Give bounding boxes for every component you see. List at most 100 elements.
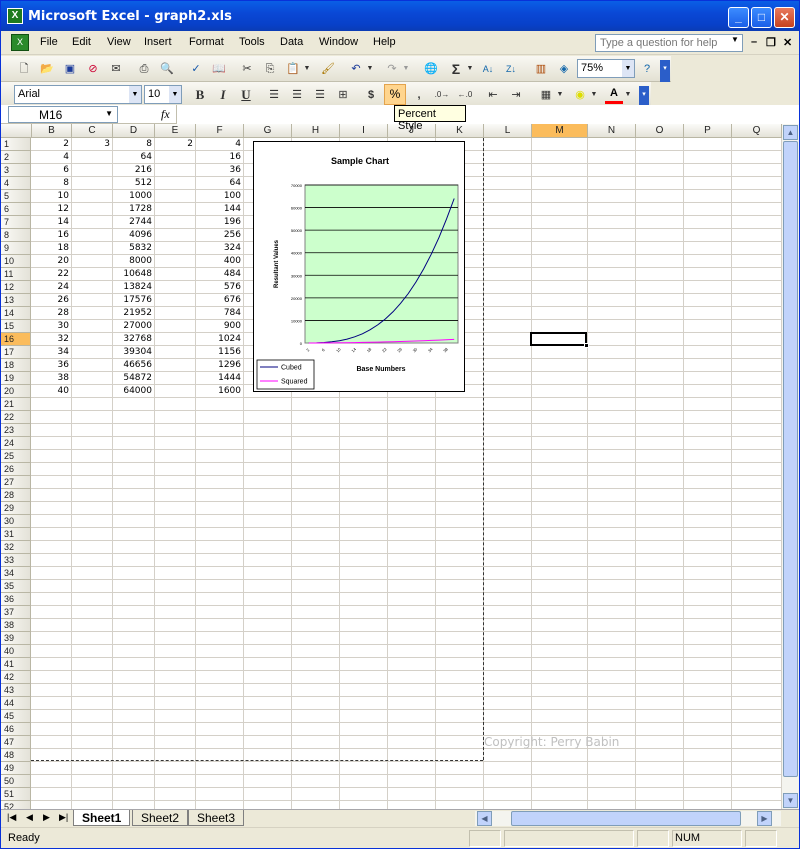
cell-d17[interactable]: 39304	[113, 346, 155, 359]
row-header-33[interactable]: 33	[1, 554, 31, 567]
cell-b3[interactable]: 6	[32, 164, 72, 177]
cell-d8[interactable]: 4096	[113, 229, 155, 242]
cell-d20[interactable]: 64000	[113, 385, 155, 398]
row-header-15[interactable]: 15	[1, 320, 31, 333]
print-icon[interactable]: ⎙	[135, 60, 153, 78]
row-header-39[interactable]: 39	[1, 632, 31, 645]
menu-insert[interactable]: Insert	[144, 36, 172, 48]
next-sheet-icon[interactable]: ▶	[43, 812, 50, 823]
cell-b13[interactable]: 26	[32, 294, 72, 307]
title-bar[interactable]: X Microsoft Excel - graph2.xls _ □ ✕	[1, 1, 799, 31]
scroll-up-button[interactable]: ▲	[783, 125, 798, 140]
cell-b15[interactable]: 30	[32, 320, 72, 333]
zoom-select[interactable]: 75% ▼	[577, 59, 635, 78]
email-icon[interactable]: ✉	[107, 60, 125, 78]
font-dropdown-icon[interactable]: ▼	[129, 86, 141, 103]
cell-f14[interactable]: 784	[196, 307, 244, 320]
scroll-right-button[interactable]: ▶	[757, 811, 772, 826]
menu-view[interactable]: View	[107, 36, 131, 48]
cell-c1[interactable]: 3	[72, 138, 113, 151]
format-painter-icon[interactable]: 🖌	[319, 60, 337, 78]
percent-style-button[interactable]: %	[384, 84, 406, 105]
row-header-44[interactable]: 44	[1, 697, 31, 710]
redo-dropdown-icon[interactable]: ▼	[401, 60, 411, 78]
cell-b19[interactable]: 38	[32, 372, 72, 385]
row-header-31[interactable]: 31	[1, 528, 31, 541]
row-header-50[interactable]: 50	[1, 775, 31, 788]
font-size-select[interactable]: 10 ▼	[144, 85, 182, 104]
fill-handle[interactable]	[584, 343, 589, 348]
column-header-q[interactable]: Q	[732, 124, 782, 138]
cell-d18[interactable]: 46656	[113, 359, 155, 372]
sort-ascending-icon[interactable]: A↓	[479, 60, 497, 78]
menu-file[interactable]: File	[40, 36, 58, 48]
sort-descending-icon[interactable]: Z↓	[502, 60, 520, 78]
decrease-indent-icon[interactable]: ⇤	[484, 86, 502, 104]
open-icon[interactable]: 📂	[38, 60, 56, 78]
row-header-4[interactable]: 4	[1, 177, 31, 190]
borders-icon[interactable]: ▦	[537, 86, 555, 104]
redo-icon[interactable]: ↷	[383, 60, 401, 78]
embedded-chart[interactable]: Sample Chart 0 10000 20000 30000 40000 50000 60…	[253, 141, 465, 392]
excel-app-icon[interactable]: X	[7, 8, 23, 24]
menu-edit[interactable]: Edit	[72, 36, 91, 48]
cell-f20[interactable]: 1600	[196, 385, 244, 398]
formula-input[interactable]	[176, 105, 799, 124]
workbook-restore-button[interactable]: ❐	[766, 36, 776, 49]
cell-f4[interactable]: 64	[196, 177, 244, 190]
ask-dropdown-icon[interactable]: ▼	[731, 35, 739, 44]
row-header-41[interactable]: 41	[1, 658, 31, 671]
vertical-scrollbar[interactable]: ▲ ▼	[782, 124, 799, 809]
row-header-43[interactable]: 43	[1, 684, 31, 697]
row-header-3[interactable]: 3	[1, 164, 31, 177]
new-icon[interactable]: 🗋	[15, 60, 33, 78]
row-header-10[interactable]: 10	[1, 255, 31, 268]
comma-style-icon[interactable]: ,	[410, 86, 428, 104]
cell-f18[interactable]: 1296	[196, 359, 244, 372]
column-header-f[interactable]: F	[196, 124, 244, 138]
row-header-18[interactable]: 18	[1, 359, 31, 372]
cell-e1[interactable]: 2	[155, 138, 196, 151]
menu-format[interactable]: Format	[189, 36, 224, 48]
font-select[interactable]: Arial ▼	[14, 85, 142, 104]
cell-b8[interactable]: 16	[32, 229, 72, 242]
cell-d10[interactable]: 8000	[113, 255, 155, 268]
cell-b2[interactable]: 4	[32, 151, 72, 164]
row-header-16[interactable]: 16	[1, 333, 31, 346]
menu-data[interactable]: Data	[280, 36, 303, 48]
autosum-icon[interactable]: Σ	[447, 60, 465, 78]
cell-b9[interactable]: 18	[32, 242, 72, 255]
sheet-tab-sheet2[interactable]: Sheet2	[132, 810, 189, 826]
row-header-19[interactable]: 19	[1, 372, 31, 385]
cell-f5[interactable]: 100	[196, 190, 244, 203]
cell-d2[interactable]: 64	[113, 151, 155, 164]
chart-wizard-icon[interactable]: ▥	[532, 60, 550, 78]
column-header-l[interactable]: L	[484, 124, 532, 138]
column-header-k[interactable]: K	[436, 124, 484, 138]
row-header-32[interactable]: 32	[1, 541, 31, 554]
column-header-i[interactable]: I	[340, 124, 388, 138]
row-header-24[interactable]: 24	[1, 437, 31, 450]
row-header-48[interactable]: 48	[1, 749, 31, 762]
row-header-8[interactable]: 8	[1, 229, 31, 242]
increase-indent-icon[interactable]: ⇥	[507, 86, 525, 104]
column-header-o[interactable]: O	[636, 124, 684, 138]
increase-decimal-icon[interactable]: .0→	[433, 86, 451, 104]
insert-function-icon[interactable]: fx	[161, 107, 170, 122]
cell-f10[interactable]: 400	[196, 255, 244, 268]
font-size-dropdown-icon[interactable]: ▼	[169, 86, 181, 103]
cell-d12[interactable]: 13824	[113, 281, 155, 294]
minimize-button[interactable]: _	[728, 7, 749, 28]
row-header-40[interactable]: 40	[1, 645, 31, 658]
row-header-36[interactable]: 36	[1, 593, 31, 606]
cell-d7[interactable]: 2744	[113, 216, 155, 229]
cell-b7[interactable]: 14	[32, 216, 72, 229]
row-header-51[interactable]: 51	[1, 788, 31, 801]
close-button[interactable]: ✕	[774, 7, 795, 28]
row-header-12[interactable]: 12	[1, 281, 31, 294]
cell-d13[interactable]: 17576	[113, 294, 155, 307]
undo-icon[interactable]: ↶	[347, 60, 365, 78]
row-header-23[interactable]: 23	[1, 424, 31, 437]
menu-help[interactable]: Help	[373, 36, 396, 48]
cell-b17[interactable]: 34	[32, 346, 72, 359]
